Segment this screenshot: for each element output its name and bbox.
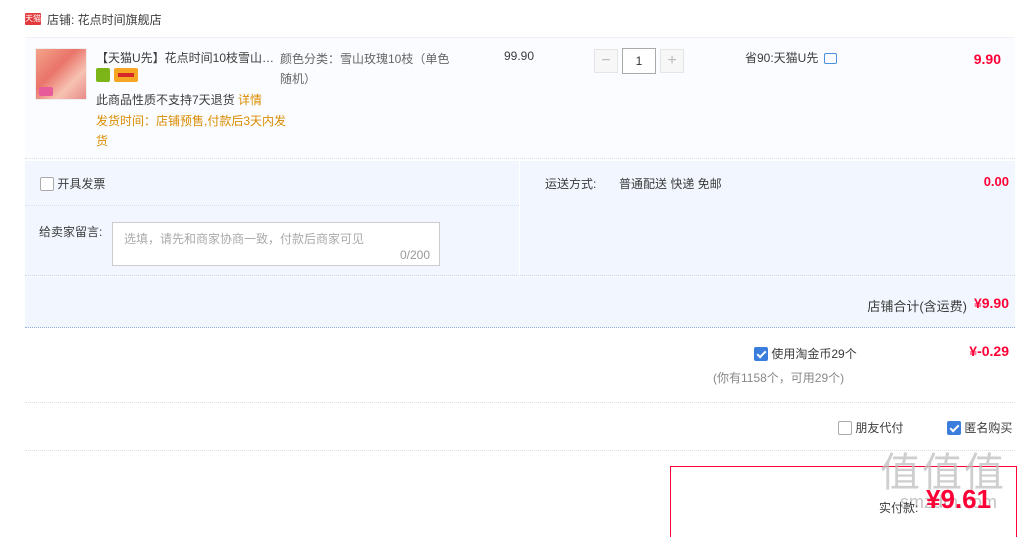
shop-total-value: ¥9.90 — [973, 295, 1009, 311]
coin-discount: ¥-0.29 — [969, 343, 1009, 359]
product-title[interactable]: 【天猫U先】花点时间10枝雪山玫瑰 — [96, 49, 276, 66]
anonymous-checkbox[interactable] — [947, 421, 961, 435]
discount-info: 省90:天猫U先 — [745, 49, 838, 66]
memo-input[interactable]: 选填，请先和商家协商一致，付款后商家可见 0/200 — [112, 222, 440, 266]
memo-placeholder: 选填，请先和商家协商一致，付款后商家可见 — [124, 232, 365, 246]
shipping-label: 运送方式: — [545, 177, 597, 191]
detail-link[interactable]: 详情 — [238, 93, 262, 107]
tmall-badge-icon: 天猫 — [25, 13, 41, 25]
service-icons — [96, 68, 138, 82]
unit-price: 99.90 — [504, 49, 535, 63]
shipping-method[interactable]: 普通配送 快递 免邮 — [619, 175, 722, 192]
coin-option[interactable]: 使用淘金币29个 — [754, 345, 857, 362]
friend-pay-label: 朋友代付 — [855, 421, 904, 435]
memo-label: 给卖家留言: — [39, 225, 103, 239]
anonymous-label: 匿名购买 — [964, 421, 1013, 435]
increase-button[interactable]: + — [660, 49, 684, 73]
no-return-notice: 此商品性质不支持7天退货 详情 — [96, 91, 262, 108]
friend-pay-option[interactable]: 朋友代付 — [838, 419, 903, 436]
ship-time-notice: 发货时间：店铺预售,付款后3天内发货 — [96, 114, 287, 148]
anonymous-option[interactable]: 匿名购买 — [947, 419, 1012, 436]
quantity-input[interactable]: 1 — [622, 48, 656, 74]
pay-label: 实付款: — [879, 501, 919, 515]
shop-name[interactable]: 店铺: 花点时间旗舰店 — [47, 11, 162, 28]
coin-balance: (你有1158个，可用29个) — [713, 371, 845, 385]
discount-text: 省90:天猫U先 — [745, 51, 819, 65]
divider — [25, 402, 1015, 403]
sku-info: 颜色分类：雪山玫瑰10枝（单色随机） — [280, 52, 450, 86]
shipping-fee: 0.00 — [983, 174, 1009, 189]
memo-char-count: 0/200 — [399, 248, 430, 262]
card-service-icon — [114, 68, 138, 82]
coin-label: 使用淘金币29个 — [771, 347, 857, 361]
quantity-stepper: − 1 + — [594, 48, 684, 74]
shop-total-label: 店铺合计(含运费) — [867, 299, 967, 314]
order-item-row: 【天猫U先】花点时间10枝雪山玫瑰 此商品性质不支持7天退货 详情 发货时间：店… — [25, 37, 1015, 159]
decrease-button[interactable]: − — [594, 49, 618, 73]
invoice-checkbox[interactable] — [40, 177, 54, 191]
chat-icon[interactable] — [824, 53, 838, 64]
divider — [25, 450, 1015, 451]
item-subtotal: 9.90 — [973, 51, 1001, 67]
invoice-option[interactable]: 开具发票 — [40, 175, 105, 192]
friend-pay-checkbox[interactable] — [838, 421, 852, 435]
invoice-label: 开具发票 — [57, 177, 106, 191]
coin-checkbox[interactable] — [754, 347, 768, 361]
options-divider — [25, 205, 519, 206]
no-return-text: 此商品性质不支持7天退货 — [96, 93, 235, 107]
pay-amount: ¥9.61 — [926, 484, 992, 514]
android-service-icon — [96, 68, 110, 82]
product-thumbnail[interactable] — [35, 48, 87, 100]
